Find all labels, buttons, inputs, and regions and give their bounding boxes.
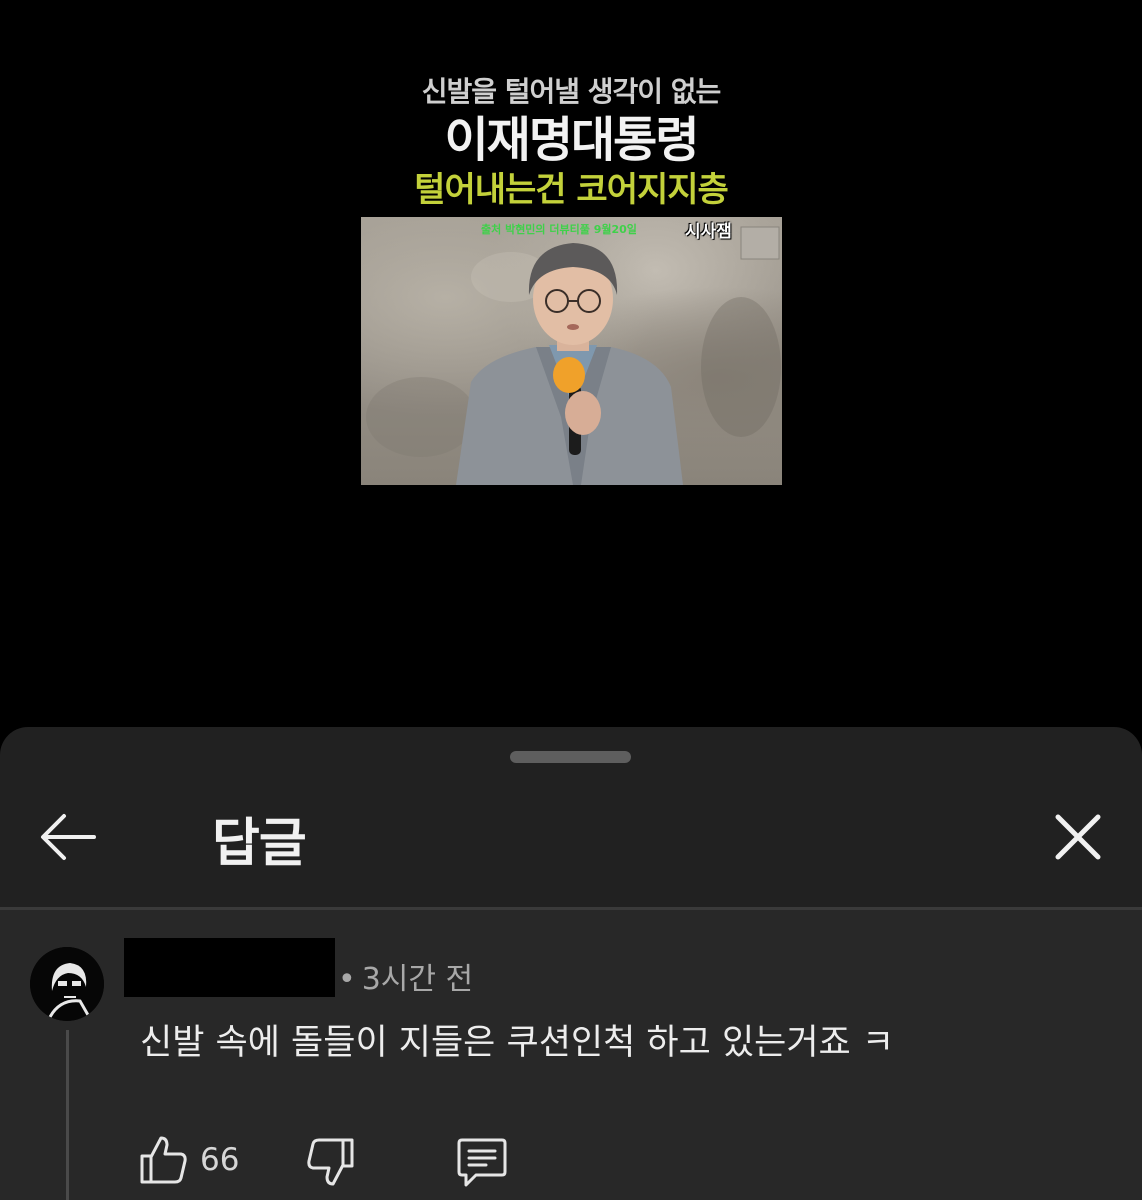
dislike-button[interactable]	[304, 1136, 358, 1190]
like-button[interactable]	[136, 1132, 190, 1186]
video-caption-line2: 이재명대통령	[444, 112, 700, 168]
thread-line	[66, 1030, 69, 1200]
drag-handle[interactable]	[510, 751, 631, 763]
redacted-username	[124, 938, 335, 997]
meta-separator: •	[338, 962, 356, 997]
comment-text: 신발 속에 돌들이 지들은 쿠션인척 하고 있는거죠 ㅋ	[140, 1023, 895, 1063]
comment-meta: • 3시간 전	[338, 954, 473, 998]
video-thumbnail: 출처 박현민의 더뷰티풀 9월20일 시사잼	[361, 217, 782, 485]
thumbnail-channel-label: 시사잼	[685, 222, 732, 242]
video-player[interactable]: 신발을 털어낼 생각이 없는 이재명대통령 털어내는건 코어지지층 출처 박현민…	[0, 0, 1142, 735]
thumbs-up-icon	[140, 1136, 187, 1184]
arrow-left-icon	[41, 814, 96, 860]
like-count: 66	[200, 1142, 240, 1178]
sheet-title: 답글	[212, 814, 307, 874]
video-caption-line3: 털어내는건 코어지지층	[414, 170, 729, 210]
replies-sheet: 답글 •3시간 전 신발 속에 돌들이 지들은 쿠션인척 하고 있는거죠 ㅋ	[0, 727, 1142, 1200]
close-button[interactable]	[1048, 807, 1108, 867]
reply-button[interactable]	[454, 1134, 510, 1190]
thumbs-down-icon	[307, 1138, 354, 1186]
back-button[interactable]	[36, 805, 100, 869]
speaker-illustration	[366, 226, 781, 485]
avatar-image	[30, 947, 104, 1021]
reply-icon	[457, 1138, 507, 1187]
close-icon	[1055, 814, 1101, 860]
comment-time: 3시간 전	[361, 962, 474, 997]
thumbnail-source-label: 출처 박현민의 더뷰티풀 9월20일	[481, 223, 637, 236]
comment-item: • 3시간 전 신발 속에 돌들이 지들은 쿠션인척 하고 있는거죠 ㅋ 66	[0, 910, 1142, 1200]
avatar[interactable]	[30, 947, 104, 1021]
